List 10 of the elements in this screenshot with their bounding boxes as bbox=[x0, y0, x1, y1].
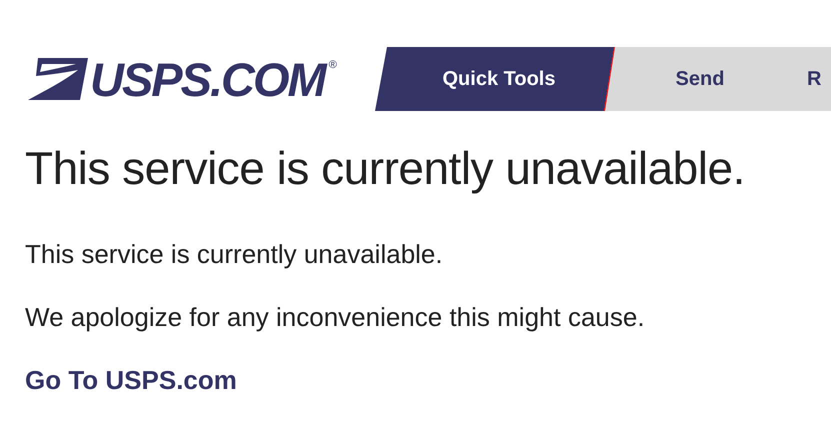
home-link[interactable]: Go To USPS.com bbox=[25, 365, 237, 396]
message-text: We apologize for any inconvenience this might cause. bbox=[25, 301, 646, 334]
nav-tab[interactable]: Send bbox=[605, 47, 785, 111]
registered-mark: ® bbox=[328, 59, 337, 71]
message-text: This service is currently unavailable. bbox=[25, 238, 444, 271]
nav-tab[interactable]: Quick Tools bbox=[375, 47, 615, 111]
logo-wordmark[interactable]: USPS.COM bbox=[90, 56, 325, 102]
eagle-logo-icon bbox=[28, 56, 88, 102]
nav-tab[interactable]: R bbox=[785, 47, 831, 111]
page-heading: This service is currently unavailable. bbox=[25, 141, 746, 195]
